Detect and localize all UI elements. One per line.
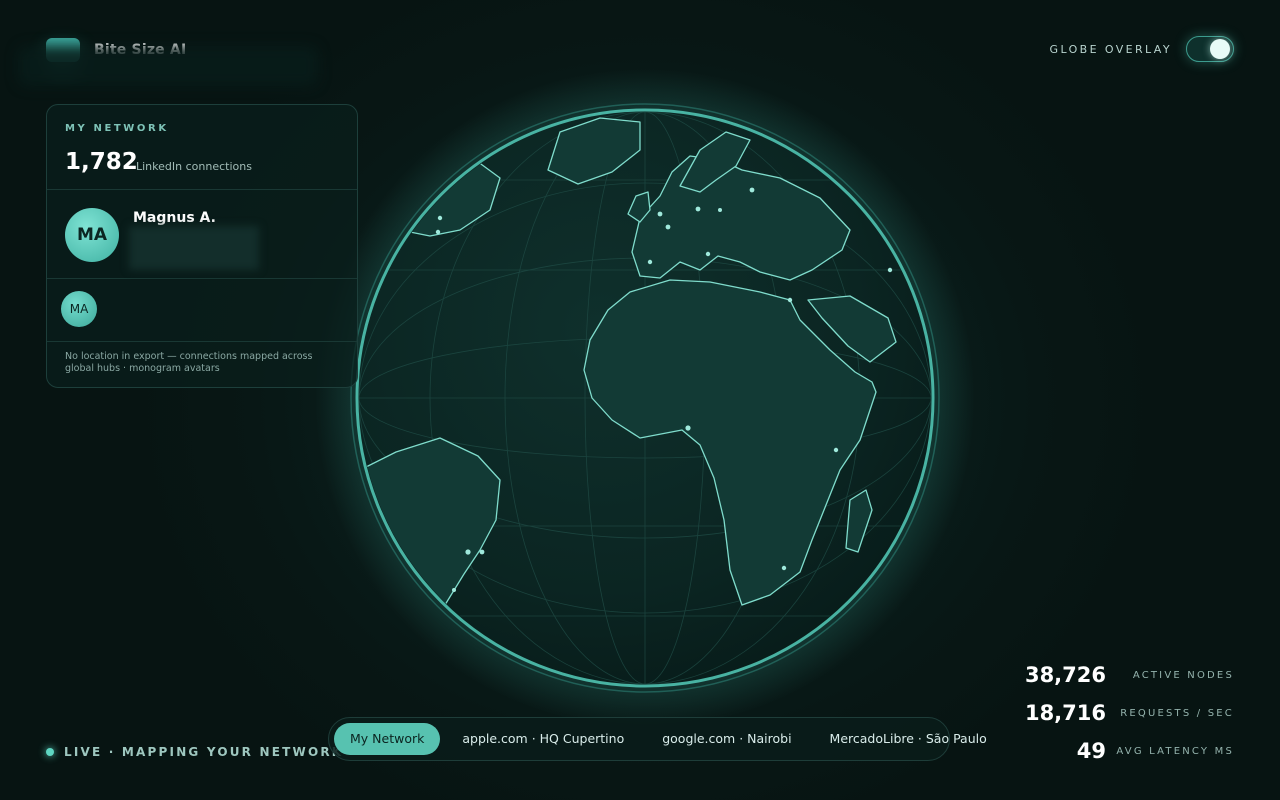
connection-count-label: LinkedIn connections bbox=[136, 160, 252, 173]
stat-value: 18,716 bbox=[1024, 701, 1106, 725]
tab-my-network[interactable]: My Network bbox=[334, 723, 441, 755]
live-text: LIVE · MAPPING YOUR NETWORK bbox=[64, 745, 344, 759]
tab-mercadolibre[interactable]: MercadoLibre · São Paulo bbox=[814, 723, 1003, 755]
stat-requests: 18,716 REQUESTS / SEC bbox=[1016, 694, 1234, 732]
network-tabs: My Network apple.com · HQ Cupertino goog… bbox=[328, 717, 987, 761]
stat-label: ACTIVE NODES bbox=[1132, 669, 1234, 681]
stat-latency: 49 AVG LATENCY MS bbox=[1016, 732, 1234, 770]
stat-value: 38,726 bbox=[1024, 663, 1106, 687]
connection-row[interactable]: MA bbox=[47, 279, 357, 342]
profile-name: Magnus A. bbox=[133, 210, 216, 226]
avatar: MA bbox=[65, 208, 119, 262]
profile-row[interactable]: MA Magnus A. bbox=[47, 190, 357, 279]
network-card: MY NETWORK 1,782 LinkedIn connections MA… bbox=[46, 104, 358, 388]
stat-active-nodes: 38,726 ACTIVE NODES bbox=[1016, 656, 1234, 694]
tab-apple[interactable]: apple.com · HQ Cupertino bbox=[446, 723, 640, 755]
stat-label: REQUESTS / SEC bbox=[1120, 707, 1234, 719]
network-summary: MY NETWORK 1,782 LinkedIn connections bbox=[47, 105, 357, 190]
stats-panel: 38,726 ACTIVE NODES 18,716 REQUESTS / SE… bbox=[1016, 656, 1234, 770]
tab-google[interactable]: google.com · Nairobi bbox=[646, 723, 807, 755]
network-eyebrow: MY NETWORK bbox=[65, 123, 169, 134]
profile-blur bbox=[129, 226, 259, 270]
live-dot-icon bbox=[46, 748, 54, 756]
connection-count: 1,782 bbox=[65, 149, 138, 175]
connection-avatar: MA bbox=[61, 291, 97, 327]
stat-value: 49 bbox=[1076, 739, 1106, 763]
stat-label: AVG LATENCY MS bbox=[1116, 745, 1234, 757]
network-note: No location in export — connections mapp… bbox=[65, 351, 313, 374]
live-status: LIVE · MAPPING YOUR NETWORK bbox=[46, 745, 343, 759]
